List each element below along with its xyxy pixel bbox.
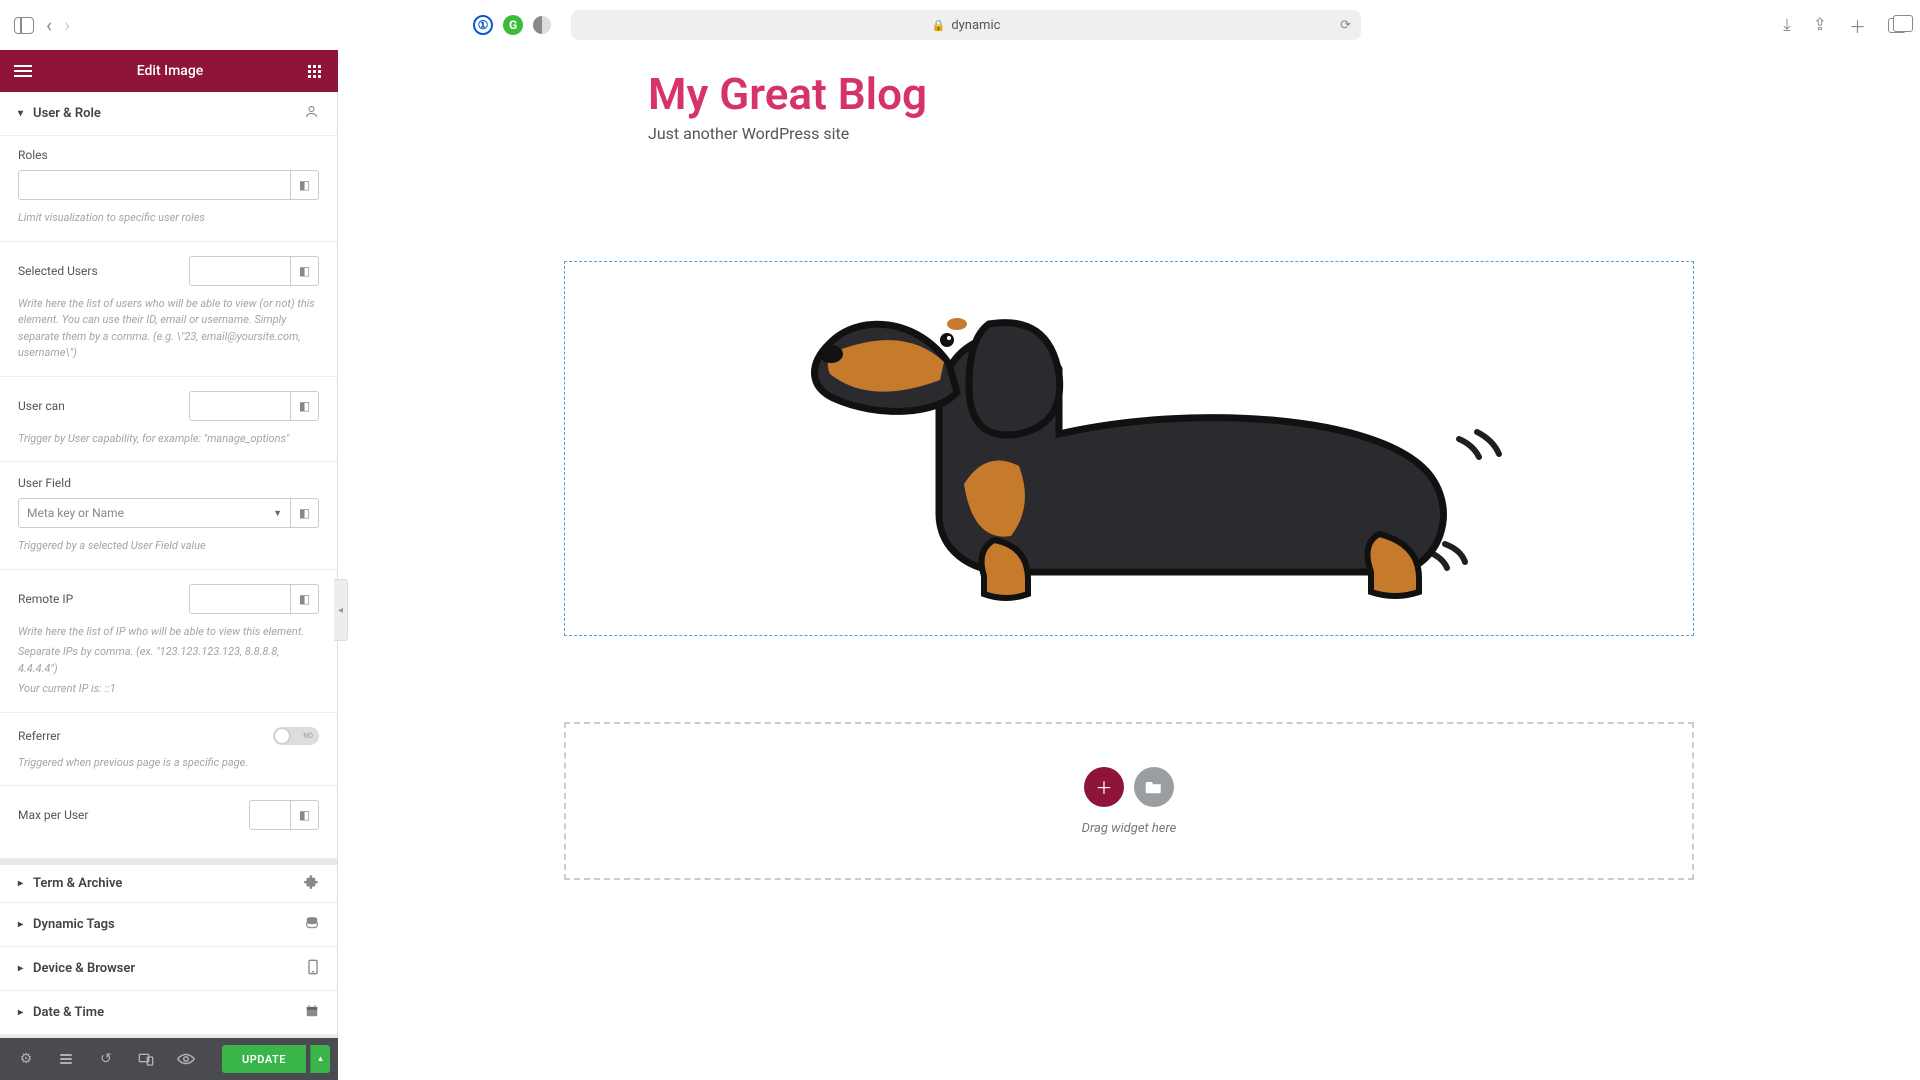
- puzzle-icon: [304, 874, 319, 893]
- caret-right-icon: ▸: [18, 963, 23, 974]
- extension-privacy-icon[interactable]: [533, 16, 551, 34]
- section-title: Device & Browser: [33, 961, 135, 976]
- section-title: Term & Archive: [33, 876, 122, 891]
- roles-label: Roles: [18, 148, 319, 162]
- section-dynamic-tags[interactable]: ▸ Dynamic Tags: [0, 903, 337, 947]
- remote-ip-hint-2: Separate IPs by comma. (ex. "123.123.123…: [18, 644, 319, 677]
- section-user-role-body: Roles ◧ Limit visualization to specific …: [0, 136, 337, 859]
- caret-right-icon: ▸: [18, 1007, 23, 1018]
- share-icon[interactable]: ⇪: [1813, 15, 1827, 35]
- referrer-label: Referrer: [18, 729, 61, 743]
- download-icon[interactable]: ⤓: [1783, 15, 1791, 35]
- remote-ip-input[interactable]: [189, 584, 291, 614]
- editor-sidebar: Edit Image ▾ User & Role Roles ◧: [0, 50, 338, 1080]
- editor-canvas[interactable]: My Great Blog Just another WordPress sit…: [338, 50, 1920, 1080]
- blog-tagline: Just another WordPress site: [648, 124, 1920, 143]
- history-icon[interactable]: ↺: [88, 1038, 124, 1080]
- calendar-icon: [305, 1004, 319, 1022]
- roles-input[interactable]: [18, 170, 291, 200]
- remote-ip-dynamic-button[interactable]: ◧: [291, 584, 319, 614]
- lock-icon: 🔒: [932, 19, 946, 32]
- sidebar-footer: ⚙ ↺ UPDATE ▴: [0, 1038, 338, 1080]
- chevron-down-icon: ▼: [273, 508, 282, 519]
- remote-ip-label: Remote IP: [18, 592, 73, 606]
- browser-toolbar: ‹ › ① G 🔒 dynamic ⟳ ⤓ ⇪ ＋: [0, 0, 1920, 50]
- user-can-dynamic-button[interactable]: ◧: [291, 391, 319, 421]
- extension-1password-icon[interactable]: ①: [473, 15, 493, 35]
- selected-users-dynamic-button[interactable]: ◧: [291, 256, 319, 286]
- mobile-icon: [307, 959, 319, 979]
- blog-header: My Great Blog Just another WordPress sit…: [338, 58, 1920, 143]
- section-device-browser[interactable]: ▸ Device & Browser: [0, 947, 337, 991]
- section-user-role[interactable]: ▾ User & Role: [0, 92, 337, 136]
- sidebar-header: Edit Image: [0, 50, 338, 92]
- user-can-input[interactable]: [189, 391, 291, 421]
- template-library-button[interactable]: [1134, 767, 1174, 807]
- user-can-hint: Trigger by User capability, for example:…: [18, 431, 319, 448]
- sidebar-collapse-handle[interactable]: ◂: [334, 579, 348, 641]
- user-field-label: User Field: [18, 476, 319, 490]
- remote-ip-hint-1: Write here the list of IP who will be ab…: [18, 624, 319, 641]
- url-text: dynamic: [951, 18, 1000, 33]
- max-per-user-input[interactable]: [249, 800, 291, 830]
- section-title: User & Role: [33, 106, 101, 121]
- back-button[interactable]: ‹: [46, 13, 52, 37]
- referrer-toggle[interactable]: NO: [273, 727, 319, 745]
- roles-dynamic-button[interactable]: ◧: [291, 170, 319, 200]
- user-field-dynamic-button[interactable]: ◧: [291, 498, 319, 528]
- sidebar-toggle-icon[interactable]: [14, 17, 34, 34]
- settings-icon[interactable]: ⚙: [8, 1038, 44, 1080]
- roles-hint: Limit visualization to specific user rol…: [18, 210, 319, 227]
- section-term-archive[interactable]: ▸ Term & Archive: [0, 859, 337, 903]
- forward-button[interactable]: ›: [64, 13, 70, 37]
- update-dropdown[interactable]: ▴: [310, 1045, 330, 1073]
- preview-icon[interactable]: [168, 1038, 204, 1080]
- database-icon: [305, 916, 319, 934]
- caret-right-icon: ▸: [18, 919, 23, 930]
- user-field-select[interactable]: Meta key or Name ▼: [18, 498, 291, 528]
- max-per-user-dynamic-button[interactable]: ◧: [291, 800, 319, 830]
- extension-grammarly-icon[interactable]: G: [503, 15, 523, 35]
- user-field-hint: Triggered by a selected User Field value: [18, 538, 319, 555]
- user-icon: [304, 104, 319, 123]
- drop-zone-hint: Drag widget here: [1082, 821, 1177, 836]
- caret-down-icon: ▾: [18, 108, 23, 119]
- selected-users-label: Selected Users: [18, 264, 98, 278]
- image-widget[interactable]: [564, 261, 1694, 636]
- section-date-time[interactable]: ▸ Date & Time: [0, 991, 337, 1035]
- drop-zone[interactable]: ＋ Drag widget here: [564, 722, 1694, 880]
- referrer-hint: Triggered when previous page is a specif…: [18, 755, 319, 772]
- add-section-button[interactable]: ＋: [1084, 767, 1124, 807]
- reload-icon[interactable]: ⟳: [1340, 18, 1351, 33]
- user-can-label: User can: [18, 399, 65, 413]
- caret-right-icon: ▸: [18, 878, 23, 889]
- sidebar-title: Edit Image: [137, 63, 204, 79]
- section-title: Dynamic Tags: [33, 917, 115, 932]
- navigator-icon[interactable]: [48, 1038, 84, 1080]
- selected-users-hint: Write here the list of users who will be…: [18, 296, 319, 362]
- user-field-placeholder: Meta key or Name: [27, 506, 124, 520]
- selected-users-input[interactable]: [189, 256, 291, 286]
- dachshund-image: [739, 264, 1519, 634]
- menu-icon[interactable]: [14, 65, 32, 77]
- remote-ip-hint-3: Your current IP is: ::1: [18, 681, 319, 698]
- max-per-user-label: Max per User: [18, 808, 88, 822]
- blog-title: My Great Blog: [648, 68, 1920, 120]
- widgets-grid-icon[interactable]: [308, 65, 324, 78]
- section-title: Date & Time: [33, 1005, 104, 1020]
- responsive-icon[interactable]: [128, 1038, 164, 1080]
- new-tab-icon[interactable]: ＋: [1849, 13, 1866, 38]
- update-button[interactable]: UPDATE: [222, 1045, 306, 1073]
- url-bar[interactable]: 🔒 dynamic ⟳: [571, 10, 1361, 40]
- tabs-icon[interactable]: [1888, 18, 1906, 33]
